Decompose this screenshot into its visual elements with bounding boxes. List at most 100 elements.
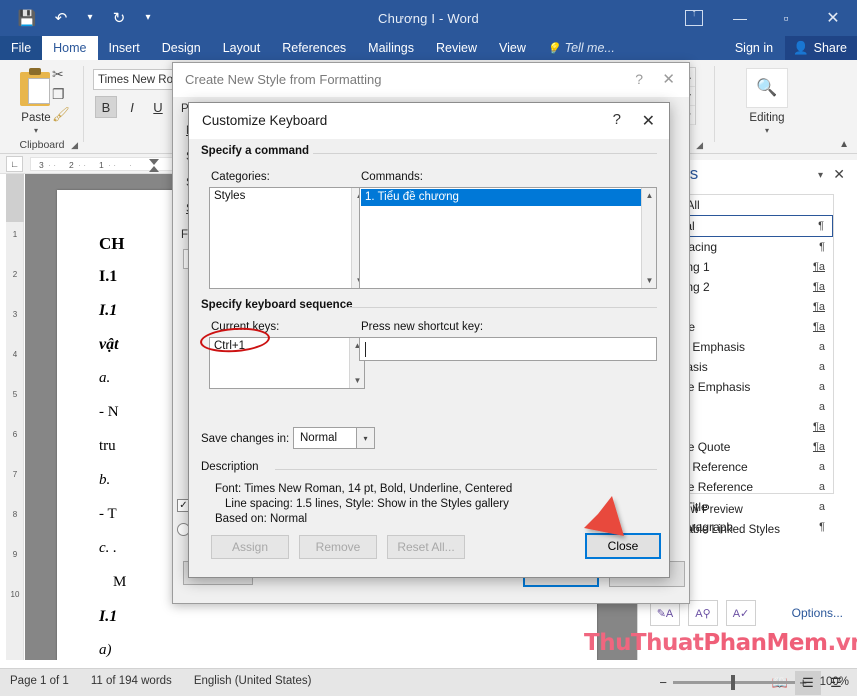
zoom-level[interactable]: 100% (820, 676, 849, 688)
ruler-tick: 3 (39, 160, 44, 170)
clipboard-dialog-launcher-icon[interactable]: ◢ (71, 140, 78, 151)
paste-icon[interactable] (16, 68, 56, 110)
reset-all-button[interactable]: Reset All... (387, 535, 465, 559)
italic-button[interactable]: I (121, 96, 143, 118)
sign-in-link[interactable]: Sign in (723, 41, 785, 55)
cut-icon[interactable]: ✂ (52, 66, 64, 83)
paste-dropdown-icon[interactable]: ▾ (0, 126, 72, 135)
page-indicator[interactable]: Page 1 of 1 (10, 675, 69, 687)
create-style-close-icon[interactable]: ✕ (662, 70, 675, 88)
watermark-part1: ThuThuat (584, 630, 704, 656)
style-inspector-icon[interactable]: A⚲ (688, 600, 718, 626)
close-button[interactable]: ✕ (809, 0, 857, 36)
maximize-button[interactable]: ▫ (763, 0, 809, 36)
create-style-title-bar: Create New Style from Formatting ? ✕ (173, 63, 689, 97)
ribbon-group-editing: 🔍 Editing ▾ ▲ (716, 60, 857, 154)
styles-pane-menu-icon[interactable]: ▾ (818, 170, 823, 181)
press-new-shortcut-input[interactable] (359, 337, 657, 361)
watermark: ThuThuatPhanMem.vn (584, 630, 857, 656)
vertical-ruler-margin (6, 174, 24, 222)
word-window: 💾 ↶ ▾ ↻ ▾ Chương I - Word — ▫ ✕ File Hom… (0, 0, 857, 696)
vertical-ruler[interactable]: 1 2 3 4 5 6 7 8 9 10 (6, 174, 24, 660)
bold-button[interactable]: B (95, 96, 117, 118)
categories-listbox[interactable]: Styles ▲ ▼ (209, 187, 367, 289)
zoom-out-button[interactable]: − (659, 675, 667, 690)
styles-pane-close-icon[interactable]: ✕ (833, 166, 845, 183)
font-name-value: Times New Ro (98, 73, 173, 86)
zoom-slider[interactable] (673, 675, 795, 690)
command-item[interactable]: 1. Tiểu đề chương (361, 189, 641, 206)
word-count[interactable]: 11 of 194 words (91, 675, 172, 687)
help-icon[interactable]: ? (613, 111, 621, 128)
styles-options-link[interactable]: Options... (792, 606, 843, 620)
doc-line: CH (99, 234, 125, 253)
tab-design[interactable]: Design (151, 36, 212, 60)
doc-line: I.1 (99, 268, 118, 285)
specify-command-label: Specify a command (201, 145, 314, 157)
specify-sequence-label: Specify keyboard sequence (201, 299, 357, 311)
press-new-shortcut-label: Press new shortcut key: (361, 321, 484, 333)
share-button[interactable]: 👤 Share (785, 36, 857, 60)
scroll-down-icon[interactable]: ▼ (642, 273, 657, 288)
tab-mailings[interactable]: Mailings (357, 36, 425, 60)
tab-stop-selector[interactable]: ∟ (6, 156, 23, 172)
underline-button[interactable]: U (147, 96, 169, 118)
tell-me-box[interactable]: 💡 Tell me... (537, 36, 625, 60)
assign-button[interactable]: Assign (211, 535, 289, 559)
language-indicator[interactable]: English (United States) (194, 675, 312, 687)
linked-style-mark-icon: ¶a (812, 301, 825, 313)
remove-button[interactable]: Remove (299, 535, 377, 559)
tab-review[interactable]: Review (425, 36, 488, 60)
commands-listbox[interactable]: 1. Tiểu đề chương ▲ ▼ (359, 187, 657, 289)
watermark-part2: PhanMem (703, 630, 828, 656)
customize-keyboard-close-icon[interactable]: ✕ (642, 111, 655, 131)
categories-label: Categories: (211, 171, 270, 183)
scroll-up-icon[interactable]: ▲ (642, 188, 657, 203)
chevron-down-icon[interactable]: ▾ (356, 427, 375, 449)
linked-style-mark-icon: ¶a (812, 261, 825, 273)
manage-styles-icon[interactable]: A✓ (726, 600, 756, 626)
tab-view[interactable]: View (488, 36, 537, 60)
share-label: Share (813, 41, 847, 55)
format-painter-icon[interactable]: 🖌 (52, 106, 70, 123)
vruler-tick: 5 (12, 390, 18, 399)
create-style-title: Create New Style from Formatting (185, 72, 382, 87)
help-icon[interactable]: ? (635, 71, 643, 87)
account-area: Sign in 👤 Share (723, 36, 857, 60)
ribbon-display-options-icon[interactable] (671, 0, 717, 36)
description-line: Based on: Normal (215, 513, 308, 525)
zoom-in-button[interactable]: + (799, 675, 807, 690)
description-line: Font: Times New Roman, 14 pt, Bold, Unde… (215, 483, 513, 495)
character-style-mark-icon: a (818, 501, 825, 513)
title-bar: 💾 ↶ ▾ ↻ ▾ Chương I - Word — ▫ ✕ (0, 0, 857, 36)
doc-line: a) (99, 642, 112, 658)
ruler-tick: 1 (99, 160, 104, 170)
character-style-mark-icon: a (818, 461, 825, 473)
ruler-tick: 2 (69, 160, 74, 170)
scroll-down-icon[interactable]: ▼ (350, 373, 365, 388)
collapse-ribbon-icon[interactable]: ▲ (839, 139, 849, 150)
styles-dialog-launcher-icon[interactable]: ◢ (696, 140, 703, 151)
editing-label: Editing (749, 112, 785, 124)
tab-home[interactable]: Home (42, 36, 98, 60)
editing-dropdown-icon[interactable]: ▾ (716, 126, 818, 135)
share-person-icon: 👤 (793, 40, 809, 55)
vruler-tick: 6 (12, 430, 18, 439)
commands-scrollbar[interactable]: ▲ ▼ (641, 188, 656, 288)
indent-marker-icon[interactable] (149, 159, 160, 172)
paragraph-mark-icon: ¶ (819, 241, 825, 253)
save-changes-combo[interactable]: Normal ▾ (293, 427, 375, 449)
ribbon-group-clipboard: Paste ▾ ✂ ❐ 🖌 Clipboard ◢ (0, 60, 84, 154)
tab-file[interactable]: File (0, 36, 43, 60)
tab-layout[interactable]: Layout (212, 36, 272, 60)
vruler-tick: 10 (10, 590, 20, 599)
editing-button[interactable]: 🔍 (746, 68, 788, 108)
zoom-slider-handle[interactable] (731, 675, 735, 690)
copy-icon[interactable]: ❐ (52, 86, 65, 103)
category-item[interactable]: Styles (210, 188, 366, 205)
doc-line: vật (99, 336, 119, 353)
tab-references[interactable]: References (271, 36, 357, 60)
tab-insert[interactable]: Insert (98, 36, 151, 60)
minimize-button[interactable]: — (717, 0, 763, 36)
doc-line: M (113, 574, 127, 590)
